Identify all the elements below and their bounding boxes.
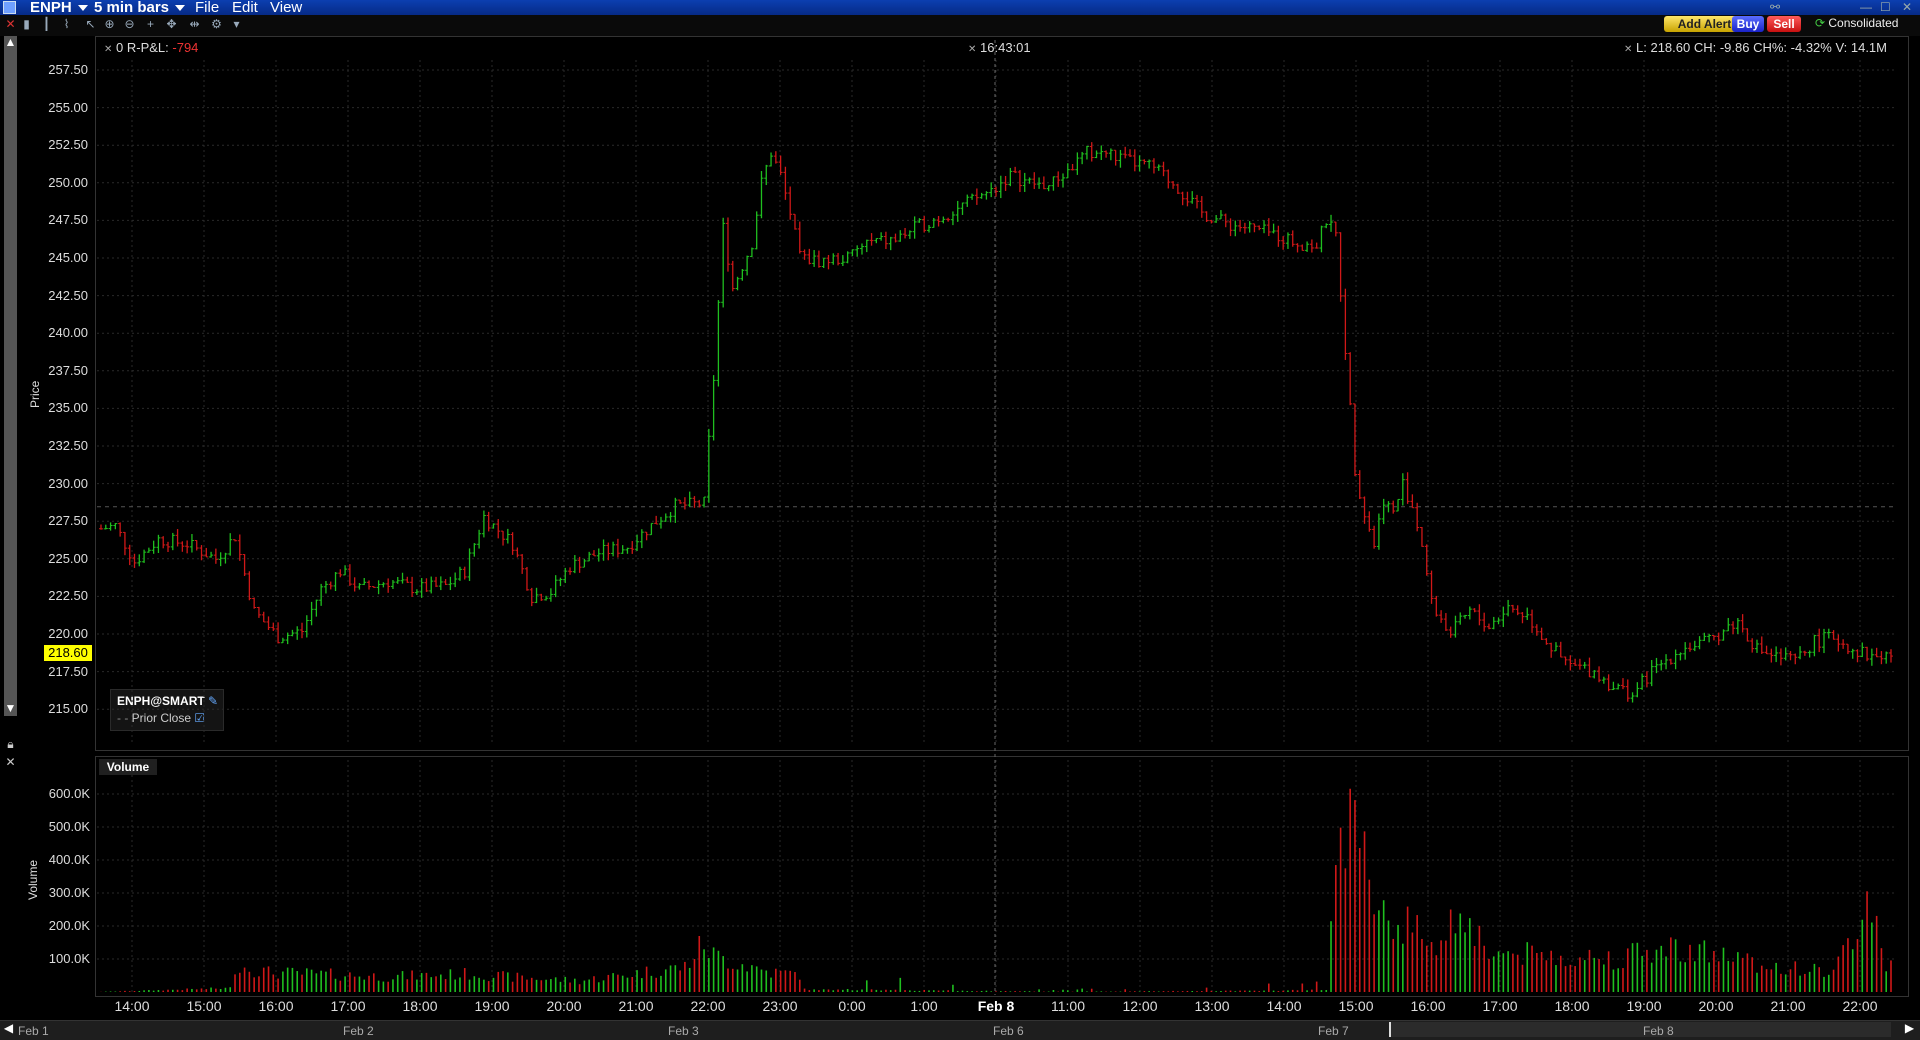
overview-date-label: Feb 3: [668, 1024, 699, 1038]
scroll-right-icon[interactable]: ▶: [1903, 1022, 1916, 1035]
overview-date-label: Feb 7: [1318, 1024, 1349, 1038]
price-volume-chart[interactable]: [0, 0, 1920, 1039]
overview-scroll-thumb[interactable]: [1389, 1022, 1891, 1037]
scroll-left-icon[interactable]: ◀: [2, 1022, 15, 1035]
overview-date-label: Feb 6: [993, 1024, 1024, 1038]
overview-date-label: Feb 2: [343, 1024, 374, 1038]
overview-date-label: Feb 1: [18, 1024, 49, 1038]
overview-date-label: Feb 8: [1643, 1024, 1674, 1038]
